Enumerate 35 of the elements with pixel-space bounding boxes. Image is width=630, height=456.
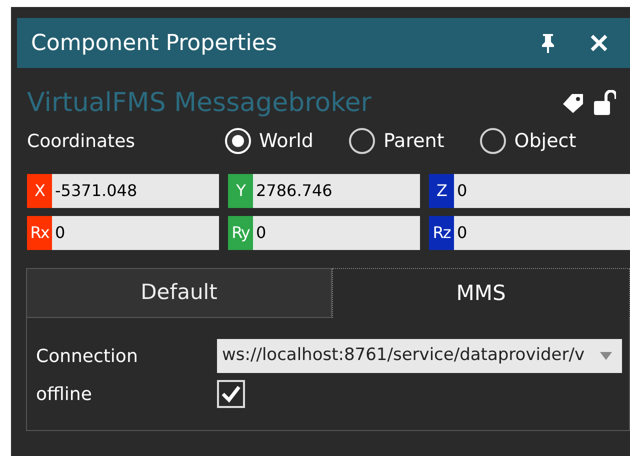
coordinates-label: Coordinates bbox=[27, 130, 136, 154]
coordinate-field[interactable]: Z 0 bbox=[429, 174, 630, 208]
unlock-icon[interactable] bbox=[594, 90, 616, 116]
axis-label: Rx bbox=[27, 216, 52, 250]
axis-label: Z bbox=[429, 174, 454, 208]
checkbox[interactable] bbox=[217, 380, 245, 408]
field-value: 0 bbox=[456, 180, 468, 202]
close-icon[interactable] bbox=[590, 34, 608, 52]
field-value: 0 bbox=[255, 222, 266, 244]
tab[interactable]: MMS bbox=[332, 268, 630, 318]
coordinate-field[interactable]: Rz 0 bbox=[429, 216, 630, 250]
radio-option[interactable]: Parent bbox=[349, 126, 444, 156]
coordinate-field[interactable]: Ry 0 bbox=[228, 216, 420, 250]
component-name: VirtualFMS Messagebroker bbox=[27, 86, 372, 120]
tab[interactable]: Default bbox=[26, 268, 332, 318]
radio-option[interactable]: Object bbox=[480, 126, 576, 156]
property-label: Connection bbox=[36, 344, 139, 368]
property-label: offline bbox=[36, 382, 93, 406]
field-value: 2786.746 bbox=[255, 180, 332, 202]
caret-icon bbox=[600, 352, 612, 360]
radio-option[interactable]: World bbox=[225, 126, 314, 156]
axis-label: Y bbox=[228, 174, 253, 208]
coordinate-field[interactable]: Y 2786.746 bbox=[228, 174, 420, 208]
panel-title: Component Properties bbox=[31, 30, 278, 58]
tag-icon[interactable] bbox=[562, 93, 584, 113]
connection-dropdown[interactable]: ws://localhost:8761/service/dataprovider/v bbox=[217, 339, 622, 373]
field-value: 0 bbox=[54, 222, 66, 244]
pin-icon[interactable] bbox=[540, 33, 556, 53]
field-value: -5371.048 bbox=[54, 180, 138, 202]
axis-label: Ry bbox=[228, 216, 253, 250]
coordinate-field[interactable]: X -5371.048 bbox=[27, 174, 219, 208]
field-value: 0 bbox=[456, 222, 468, 244]
axis-label: X bbox=[27, 174, 52, 208]
coordinate-field[interactable]: Rx 0 bbox=[27, 216, 219, 250]
axis-label: Rz bbox=[429, 216, 454, 250]
